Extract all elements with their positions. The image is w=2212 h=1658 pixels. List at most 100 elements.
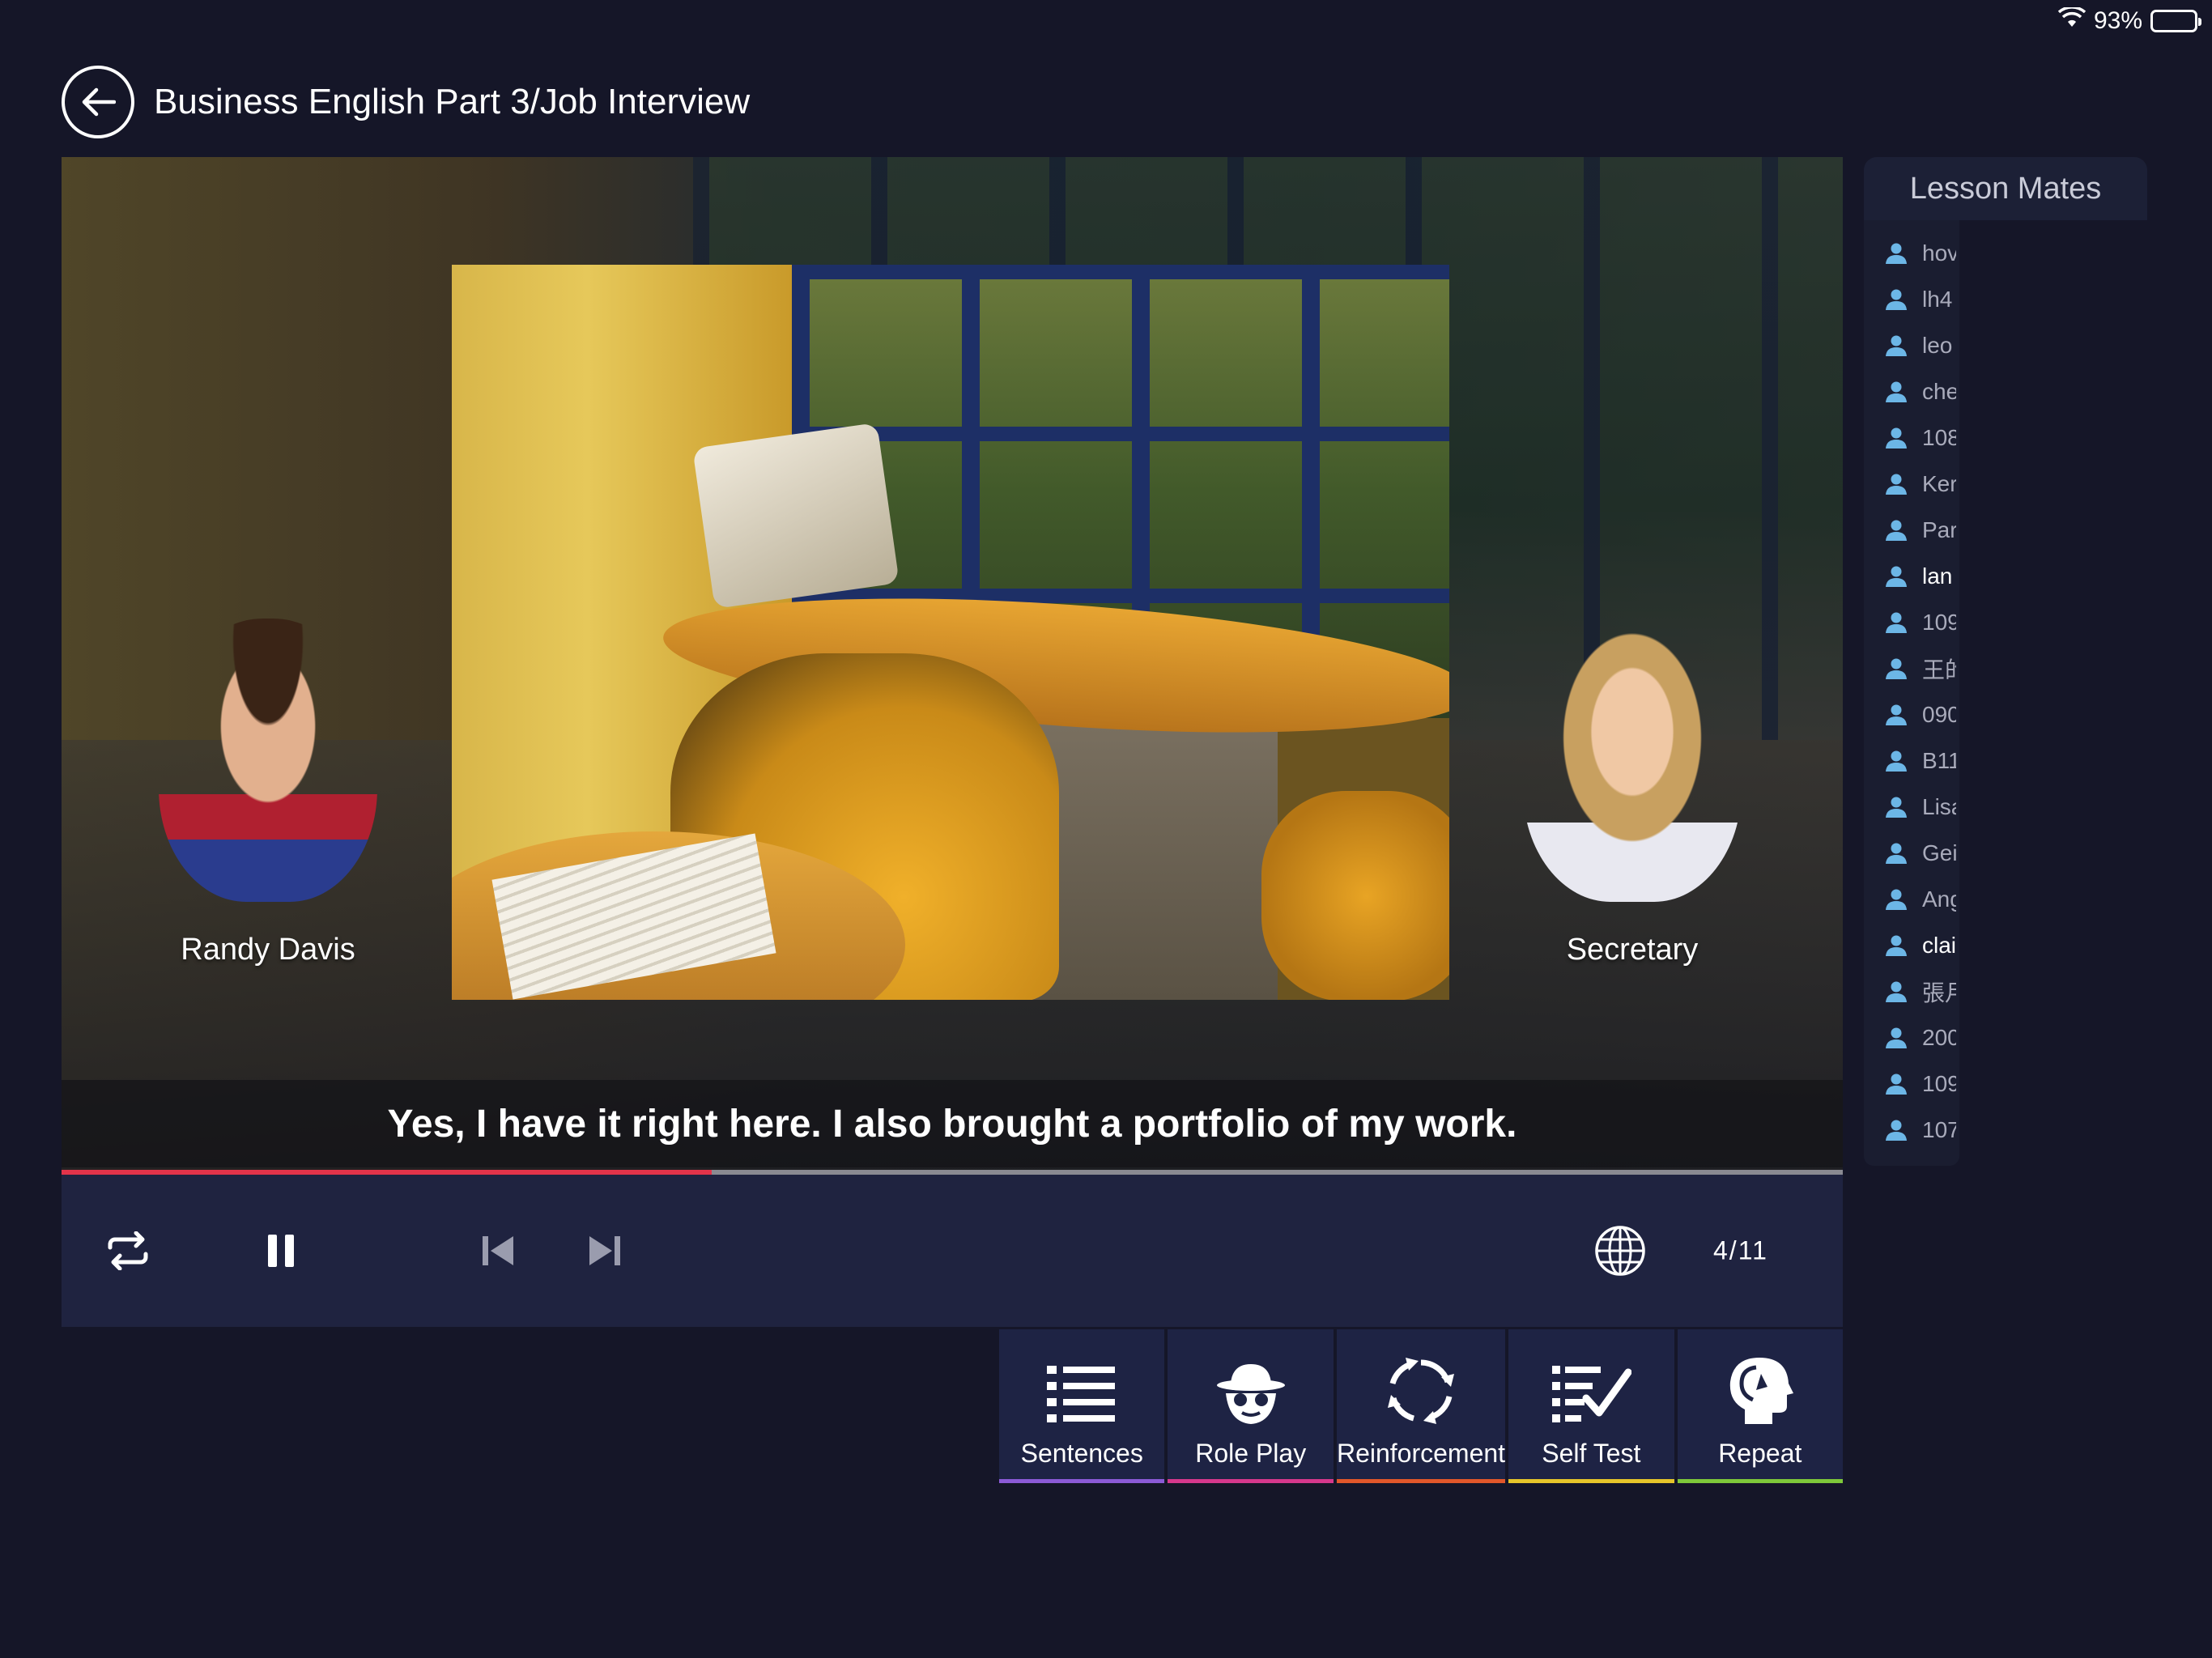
- page-title: Business English Part 3/Job Interview: [154, 82, 751, 121]
- lesson-mate-item[interactable]: 王的: [1864, 645, 1959, 691]
- skip-next-icon: [589, 1236, 620, 1265]
- lesson-mate-name: 090: [1922, 701, 1956, 727]
- next-button[interactable]: [585, 1231, 625, 1271]
- lesson-mate-item[interactable]: 109: [1864, 599, 1959, 645]
- lesson-mate-item[interactable]: 090: [1864, 691, 1959, 738]
- sentences-button[interactable]: Sentences: [999, 1329, 1165, 1483]
- lesson-mates-list[interactable]: hov lh4 leo che 108 Ker Par lan 109 王的 090 B11 Lisa G…: [1864, 220, 1959, 1166]
- lesson-mate-item[interactable]: leo: [1864, 322, 1959, 368]
- user-icon: [1886, 797, 1907, 818]
- lesson-mate-item[interactable]: Lisa: [1864, 784, 1959, 830]
- action-underline: [1168, 1479, 1334, 1483]
- lesson-mate-name: lh4: [1922, 286, 1953, 312]
- lesson-mate-item[interactable]: 109: [1864, 1061, 1959, 1107]
- language-button[interactable]: [1592, 1222, 1648, 1279]
- avatar: [1523, 619, 1742, 902]
- pause-button[interactable]: [261, 1231, 301, 1271]
- lesson-mate-item[interactable]: Ang: [1864, 876, 1959, 922]
- lesson-mate-name: lan: [1922, 563, 1953, 589]
- sentence-counter: 4/11: [1713, 1235, 1768, 1265]
- lesson-mate-item[interactable]: lh4: [1864, 276, 1959, 322]
- lesson-mate-name: Lisa: [1922, 793, 1956, 819]
- lesson-mate-name: B11: [1922, 747, 1956, 773]
- lesson-mate-item[interactable]: Gei: [1864, 830, 1959, 876]
- lesson-mate-item[interactable]: 108: [1864, 414, 1959, 461]
- lesson-mate-item[interactable]: Par: [1864, 507, 1959, 553]
- loop-button[interactable]: [104, 1226, 152, 1275]
- self-test-button[interactable]: Self Test: [1508, 1329, 1674, 1483]
- lesson-mate-item[interactable]: hov: [1864, 230, 1959, 276]
- subtitle-text: Yes, I have it right here. I also brough…: [387, 1102, 1517, 1146]
- user-icon: [1886, 981, 1907, 1002]
- repeat-button[interactable]: Repeat: [1677, 1329, 1844, 1483]
- user-icon: [1886, 381, 1907, 402]
- user-icon: [1886, 612, 1907, 633]
- status-bar: 93%: [2057, 5, 2201, 37]
- lesson-mates-title: Lesson Mates: [1864, 157, 2147, 220]
- user-icon: [1886, 289, 1907, 310]
- action-label: Role Play: [1195, 1439, 1307, 1468]
- lesson-mate-name: 109: [1922, 1070, 1956, 1096]
- wifi-icon: [2057, 6, 2087, 35]
- user-icon: [1886, 566, 1907, 587]
- user-icon: [1886, 1073, 1907, 1095]
- lesson-mate-name: Par: [1922, 517, 1956, 542]
- user-icon: [1886, 427, 1907, 449]
- previous-button[interactable]: [478, 1231, 518, 1271]
- action-bar: Sentences Role Play Reinforcement Self T…: [999, 1329, 1844, 1483]
- skip-previous-icon: [483, 1236, 513, 1265]
- lesson-mate-name: clai: [1922, 932, 1956, 958]
- lesson-mate-name: 107: [1922, 1116, 1956, 1142]
- lesson-mate-item[interactable]: 107: [1864, 1107, 1959, 1153]
- character-name: Randy Davis: [181, 933, 355, 967]
- character-right: Secretary: [1515, 619, 1750, 967]
- lesson-mate-item[interactable]: 張月: [1864, 968, 1959, 1014]
- back-button[interactable]: [62, 66, 134, 138]
- repeat-icon: [108, 1231, 148, 1270]
- lesson-mate-name: 200: [1922, 1024, 1956, 1050]
- checklist-icon: [1552, 1366, 1632, 1422]
- action-label: Sentences: [1020, 1439, 1143, 1468]
- action-underline: [1336, 1479, 1506, 1483]
- avatar: [159, 619, 377, 902]
- user-icon: [1886, 243, 1907, 264]
- user-icon: [1886, 520, 1907, 541]
- role-play-button[interactable]: Role Play: [1168, 1329, 1334, 1483]
- lesson-mate-item[interactable]: lan: [1864, 553, 1959, 599]
- lesson-mate-item[interactable]: 200: [1864, 1014, 1959, 1061]
- character-name: Secretary: [1566, 933, 1699, 967]
- lesson-mate-name: Gei: [1922, 840, 1956, 865]
- lesson-mate-name: Ang: [1922, 886, 1956, 912]
- user-icon: [1886, 750, 1907, 772]
- lesson-mate-name: 張月: [1922, 980, 1956, 1005]
- list-icon: [1047, 1366, 1116, 1422]
- user-icon: [1886, 935, 1907, 956]
- lesson-mates-panel: Lesson Mates hov lh4 leo che 108 Ker Par lan 109…: [1864, 157, 2147, 1166]
- action-underline: [1508, 1479, 1674, 1483]
- lesson-mate-item[interactable]: che: [1864, 368, 1959, 414]
- user-icon: [1886, 843, 1907, 864]
- lesson-mate-name: 109: [1922, 609, 1956, 635]
- user-icon: [1886, 1120, 1907, 1141]
- action-label: Self Test: [1542, 1439, 1641, 1468]
- battery-percent: 93%: [2093, 7, 2142, 34]
- lesson-mate-name: hov: [1922, 240, 1956, 266]
- action-underline: [1677, 1479, 1844, 1483]
- scene-image: [452, 265, 1449, 1000]
- lesson-mate-item[interactable]: B11: [1864, 738, 1959, 784]
- playback-controls: 4/11: [62, 1175, 1843, 1327]
- lesson-mate-item[interactable]: clai: [1864, 922, 1959, 968]
- user-icon: [1886, 889, 1907, 910]
- user-icon: [1886, 335, 1907, 356]
- lesson-mate-name: 108: [1922, 424, 1956, 450]
- arrow-left-icon: [82, 87, 116, 117]
- subtitle-bar: Yes, I have it right here. I also brough…: [62, 1080, 1843, 1167]
- user-icon: [1886, 704, 1907, 725]
- lesson-mate-name: leo: [1922, 332, 1953, 358]
- action-label: Reinforcement: [1336, 1439, 1506, 1468]
- video-stage[interactable]: Randy Davis Secretary Yes, I have it rig…: [62, 157, 1843, 1174]
- lesson-mate-item[interactable]: Ker: [1864, 461, 1959, 507]
- lesson-mate-name: Ker: [1922, 470, 1956, 496]
- lesson-mate-name: 王的: [1922, 657, 1956, 682]
- reinforcement-button[interactable]: Reinforcement: [1336, 1329, 1506, 1483]
